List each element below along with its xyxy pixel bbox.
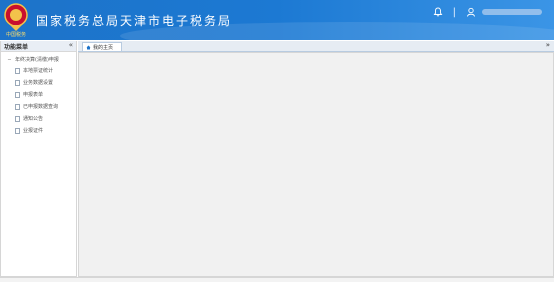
menu-item-label: 业务数据设置 bbox=[23, 80, 54, 86]
menu-item-data-settings[interactable]: 业务数据设置 bbox=[15, 79, 53, 86]
bell-icon[interactable] bbox=[433, 7, 443, 17]
user-name-redacted[interactable] bbox=[482, 9, 542, 15]
home-icon bbox=[86, 45, 91, 49]
menu-item-report-forms[interactable]: 申报表单 bbox=[15, 91, 43, 98]
menu-item-label: 通知公告 bbox=[23, 116, 44, 122]
main-content-area bbox=[78, 52, 554, 277]
sidebar-collapse-button[interactable]: « bbox=[69, 41, 73, 49]
collapse-minus-icon[interactable]: − bbox=[7, 57, 12, 63]
emblem-caption: 中国税务 bbox=[5, 32, 26, 38]
menu-root-label: 年终决算(清缴)申报 bbox=[15, 57, 59, 63]
header-tools: | bbox=[433, 5, 542, 19]
menu-item-label: 业报证件 bbox=[23, 128, 44, 134]
sidebar-title: 功能菜单 bbox=[4, 44, 29, 51]
tab-home[interactable]: 我的主页 bbox=[82, 42, 122, 51]
document-icon bbox=[15, 103, 20, 110]
document-icon bbox=[15, 79, 20, 86]
tax-emblem-icon bbox=[4, 3, 28, 31]
menu-item-certificates[interactable]: 业报证件 bbox=[15, 127, 43, 134]
top-header: 中国税务 国家税务总局天津市电子税务局 | bbox=[0, 0, 554, 40]
site-title: 国家税务总局天津市电子税务局 bbox=[36, 14, 233, 28]
menu-tree-root[interactable]: − 年终决算(清缴)申报 bbox=[7, 56, 59, 64]
tab-scroll-right-button[interactable]: » bbox=[546, 41, 550, 49]
menu-item-label: 本地票证统计 bbox=[23, 68, 54, 74]
menu-item-ticket-stats[interactable]: 本地票证统计 bbox=[15, 67, 53, 74]
document-icon bbox=[15, 91, 20, 98]
menu-item-notices[interactable]: 通知公告 bbox=[15, 115, 43, 122]
header-separator: | bbox=[452, 6, 456, 18]
user-icon[interactable] bbox=[466, 7, 476, 17]
document-icon bbox=[15, 127, 20, 134]
function-menu-sidebar: 功能菜单 « − 年终决算(清缴)申报 本地票证统计 业务数据设置 申报表单 已… bbox=[0, 41, 77, 277]
menu-item-label: 已申报数据查询 bbox=[23, 104, 59, 110]
tab-bar: 我的主页 » bbox=[78, 41, 554, 52]
sidebar-header: 功能菜单 « bbox=[1, 41, 76, 52]
bottom-status-bar bbox=[0, 277, 554, 282]
tab-label: 我的主页 bbox=[93, 44, 114, 51]
menu-item-query[interactable]: 已申报数据查询 bbox=[15, 103, 58, 110]
document-icon bbox=[15, 115, 20, 122]
menu-item-label: 申报表单 bbox=[23, 92, 44, 98]
document-icon bbox=[15, 67, 20, 74]
